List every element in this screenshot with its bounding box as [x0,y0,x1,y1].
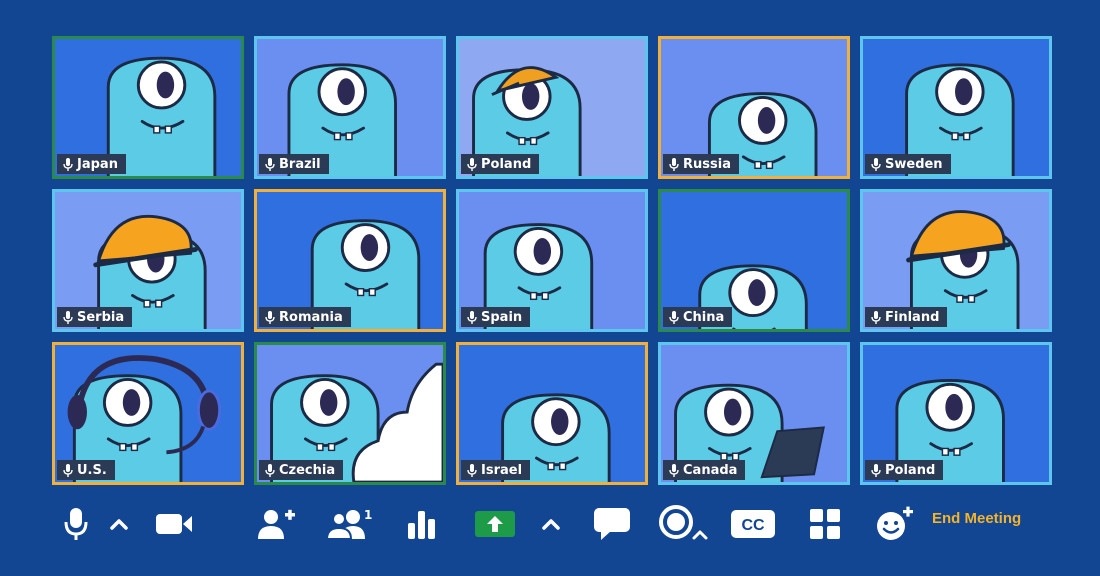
participant-name-label: Japan [57,154,126,174]
microphone-icon [265,463,275,477]
participant-name: Brazil [279,156,321,172]
participant-name: Canada [683,462,738,478]
participant-tile[interactable]: Spain [456,189,648,332]
participant-tile[interactable]: Finland [860,189,1052,332]
participant-name-label: Russia [663,154,739,174]
participant-tile[interactable]: Sweden [860,36,1052,179]
microphone-icon [871,157,881,171]
microphone-icon [669,157,679,171]
share-options-chevron-up-icon[interactable] [538,496,564,552]
participant-name: China [683,309,725,325]
cc-label: CC [741,517,765,534]
participant-tile[interactable]: Brazil [254,36,446,179]
participant-tile[interactable]: Canada [658,342,850,485]
participant-tile[interactable]: U.S. [52,342,244,485]
participants-count: 1 [364,508,373,522]
participant-name-label: China [663,307,733,327]
participant-name-label: Poland [461,154,540,174]
microphone-icon[interactable] [60,496,92,552]
video-grid: Japan Brazil Poland Russia Sweden Serbia… [52,36,1052,485]
add-participant-icon[interactable] [254,496,298,552]
participant-name-label: Czechia [259,460,344,480]
record-icon[interactable] [658,496,710,552]
participant-name-label: Israel [461,460,531,480]
participant-name: Poland [481,156,532,172]
participant-tile[interactable]: Israel [456,342,648,485]
participant-name: Czechia [279,462,336,478]
participant-tile[interactable]: Russia [658,36,850,179]
participant-tile[interactable]: Romania [254,189,446,332]
participant-tile[interactable]: Czechia [254,342,446,485]
microphone-icon [467,157,477,171]
participant-tile[interactable]: Poland [860,342,1052,485]
end-meeting-button[interactable]: End Meeting [932,510,1021,527]
microphone-icon [467,310,477,324]
participant-name-label: Romania [259,307,351,327]
participant-name-label: Canada [663,460,746,480]
reactions-icon[interactable] [874,496,916,552]
participant-name-label: Poland [865,460,944,480]
microphone-icon [265,310,275,324]
microphone-icon [467,463,477,477]
share-screen-icon[interactable] [475,496,515,552]
participant-tile[interactable]: Serbia [52,189,244,332]
mic-options-chevron-up-icon[interactable] [106,496,132,552]
participant-name: U.S. [77,462,107,478]
participant-tile[interactable]: China [658,189,850,332]
gallery-view-icon[interactable] [806,496,844,552]
participant-name: Poland [885,462,936,478]
participant-name-label: Serbia [57,307,133,327]
participant-name-label: Spain [461,307,531,327]
participant-name: Sweden [885,156,943,172]
participant-tile[interactable]: Japan [52,36,244,179]
participant-name: Russia [683,156,731,172]
participant-name: Japan [77,156,118,172]
participant-name: Spain [481,309,523,325]
microphone-icon [871,310,881,324]
participant-tile[interactable]: Poland [456,36,648,179]
participant-name: Serbia [77,309,125,325]
microphone-icon [63,157,73,171]
poll-icon[interactable] [404,496,440,552]
participant-name-label: Sweden [865,154,951,174]
participant-name: Romania [279,309,343,325]
microphone-icon [265,157,275,171]
closed-captions-icon[interactable]: CC [728,496,778,552]
video-camera-icon[interactable] [152,496,196,552]
microphone-icon [63,310,73,324]
participant-name-label: Brazil [259,154,329,174]
chat-icon[interactable] [592,496,632,552]
participant-name: Finland [885,309,940,325]
microphone-icon [871,463,881,477]
participant-name-label: Finland [865,307,948,327]
microphone-icon [63,463,73,477]
participants-icon[interactable]: 1 [320,496,376,552]
microphone-icon [669,310,679,324]
participant-name-label: U.S. [57,460,115,480]
microphone-icon [669,463,679,477]
participant-name: Israel [481,462,523,478]
